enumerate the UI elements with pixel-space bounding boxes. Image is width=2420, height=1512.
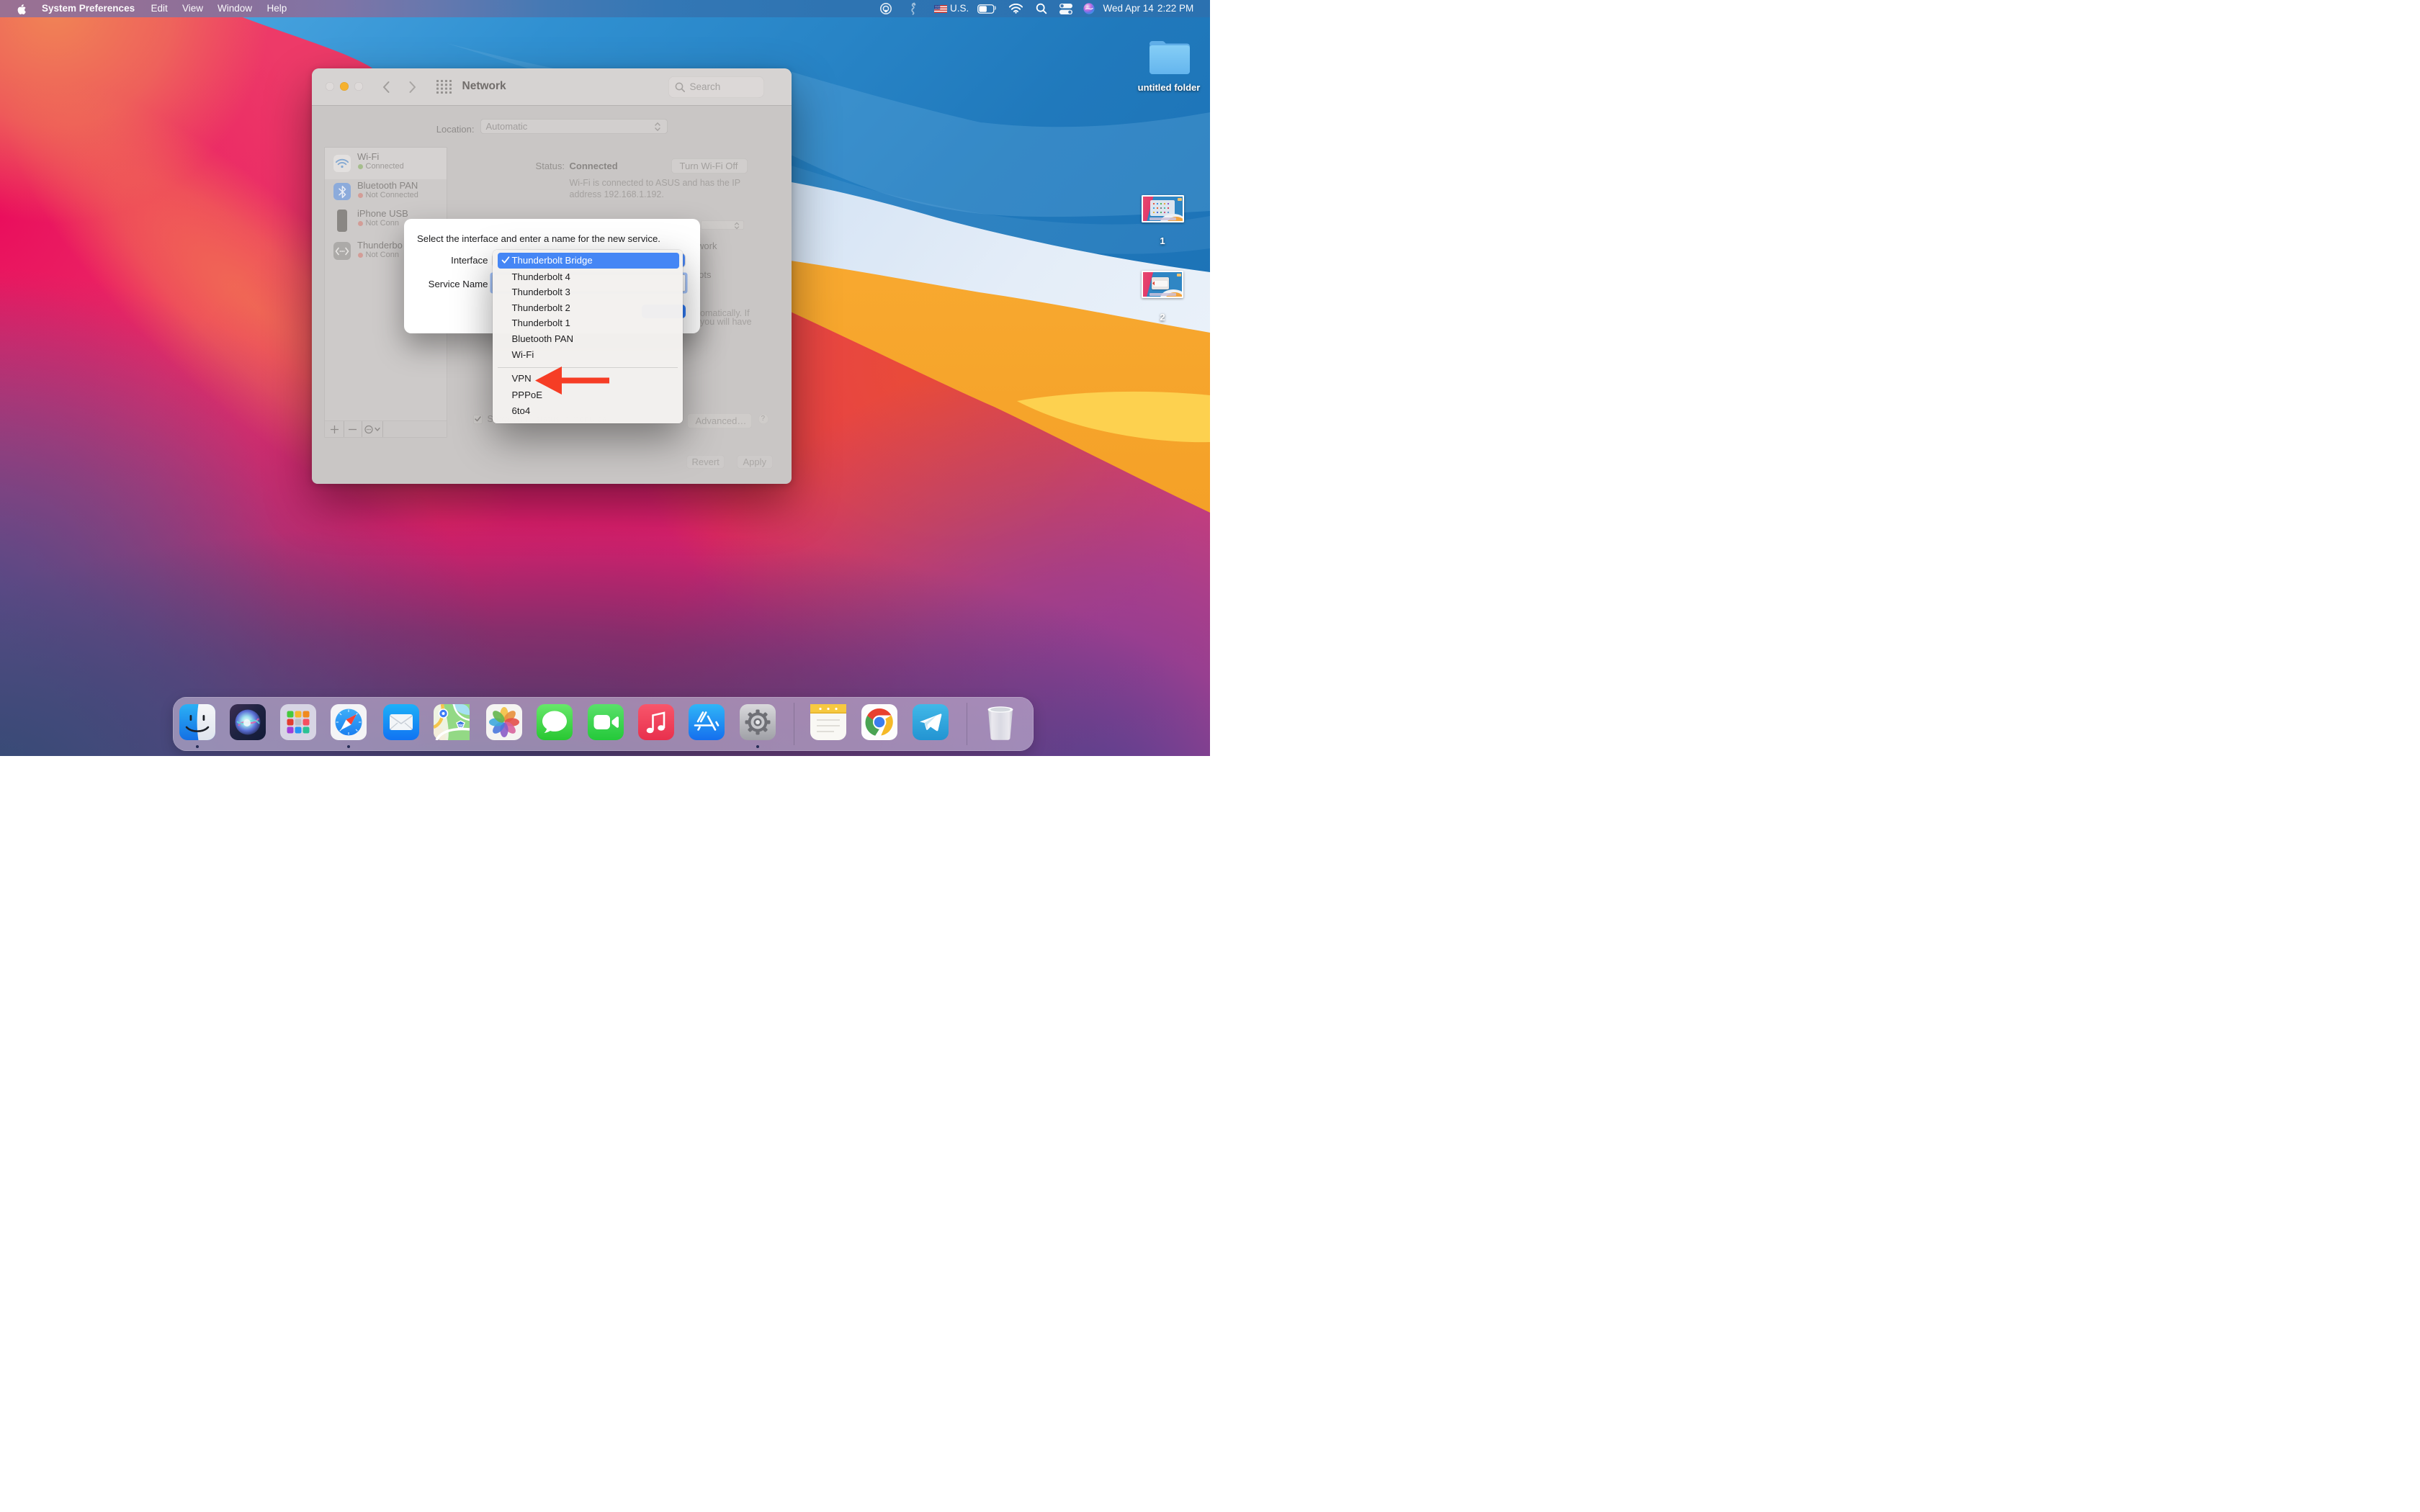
- svg-text:280: 280: [457, 724, 464, 728]
